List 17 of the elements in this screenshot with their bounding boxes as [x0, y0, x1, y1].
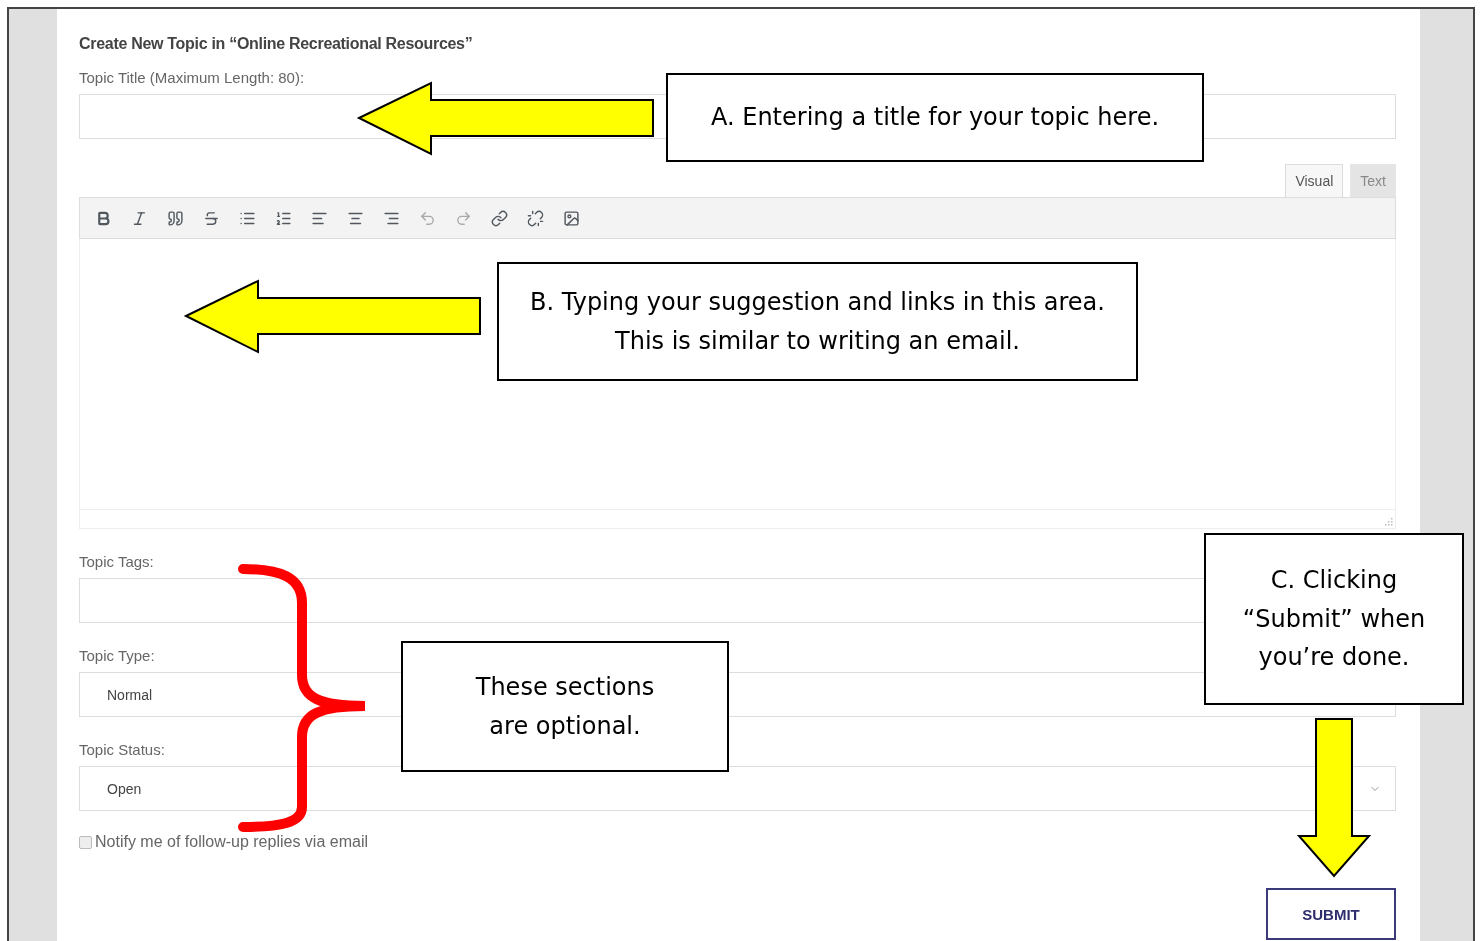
- field-label: Topic Status:: [79, 741, 165, 758]
- callout-text: C. Clicking: [1270, 565, 1398, 597]
- callout-text: These sections: [475, 672, 655, 704]
- callout-text: “Submit” when: [1242, 603, 1426, 635]
- submit-button[interactable]: SUBMIT: [1266, 888, 1396, 940]
- field-label: Topic Type:: [79, 647, 155, 664]
- form-heading: Create New Topic in “Online Recreational Resources”: [79, 35, 474, 53]
- field-label: Topic Title (Maximum Length: 80):: [79, 69, 305, 86]
- resize-grip-icon[interactable]: [1384, 517, 1393, 526]
- callout-text: you’re done.: [1258, 642, 1410, 674]
- callout-text: This is similar to writing an email.: [615, 325, 1020, 357]
- checkbox[interactable]: [79, 835, 92, 849]
- callout-text: B. Typing your suggestion and links in this area.: [530, 287, 1105, 319]
- field-label: Topic Tags:: [79, 553, 154, 570]
- editor-tab[interactable]: Visual: [1285, 164, 1344, 197]
- callout-text: A. Entering a title for your topic here.: [710, 102, 1160, 134]
- checkbox-label: Notify me of follow-up replies via email: [95, 833, 368, 851]
